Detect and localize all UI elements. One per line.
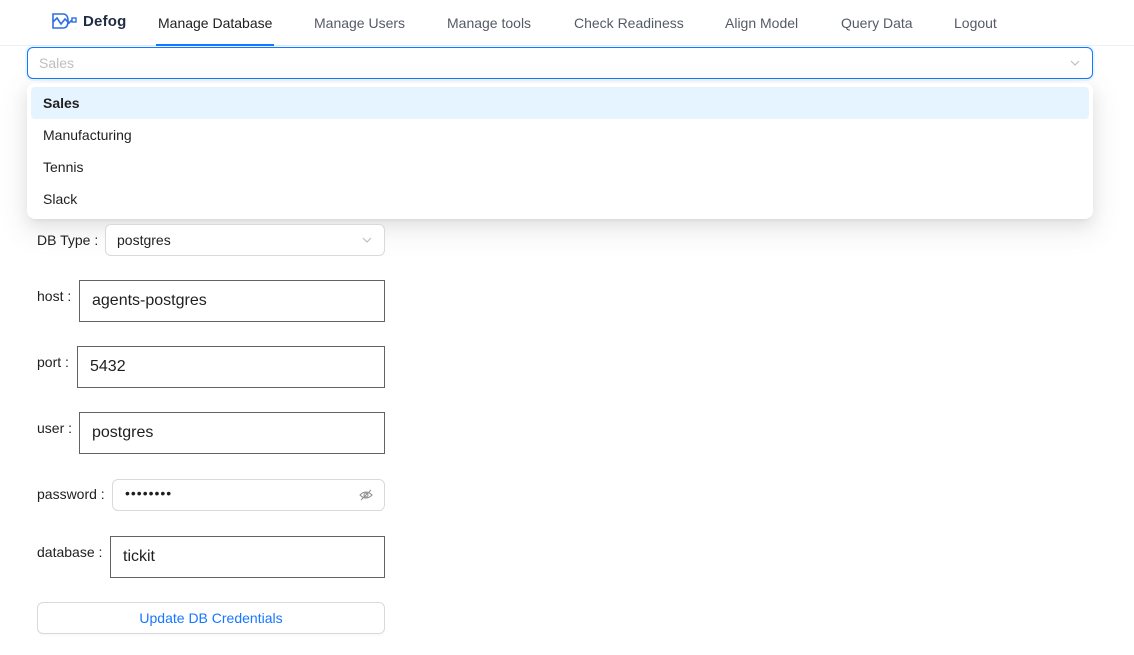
nav-query-data[interactable]: Query Data: [841, 0, 913, 46]
defog-logo-icon: [52, 13, 77, 29]
database-input[interactable]: tickit: [110, 536, 385, 578]
dropdown-option-sales[interactable]: Sales: [31, 87, 1089, 119]
api-key-dropdown: Sales Manufacturing Tennis Slack: [27, 83, 1093, 219]
host-input[interactable]: agents-postgres: [79, 280, 385, 322]
dropdown-option-tennis[interactable]: Tennis: [31, 151, 1089, 183]
nav-check-readiness[interactable]: Check Readiness: [574, 0, 684, 46]
password-input[interactable]: ••••••••: [112, 479, 385, 511]
update-db-credentials-button[interactable]: Update DB Credentials: [37, 602, 385, 634]
eye-invisible-icon[interactable]: [359, 488, 373, 502]
logo-text: Defog: [83, 12, 127, 30]
db-type-label: DB Type :: [37, 232, 99, 248]
user-label: user :: [37, 420, 73, 436]
password-value: ••••••••: [125, 485, 173, 501]
database-label: database :: [37, 544, 103, 560]
dropdown-option-manufacturing[interactable]: Manufacturing: [31, 119, 1089, 151]
api-key-select-placeholder: Sales: [39, 55, 75, 71]
top-navigation: Defog Manage Database Manage Users Manag…: [0, 0, 1134, 46]
chevron-down-icon: [1070, 60, 1080, 66]
host-label: host :: [37, 288, 72, 304]
chevron-down-icon: [362, 237, 372, 243]
nav-manage-users[interactable]: Manage Users: [314, 0, 405, 46]
db-type-value: postgres: [117, 232, 171, 248]
database-label-text: database: [37, 544, 95, 560]
port-label-text: port: [37, 354, 62, 370]
port-input[interactable]: 5432: [77, 346, 385, 388]
nav-logout[interactable]: Logout: [954, 0, 997, 46]
nav-manage-database[interactable]: Manage Database: [155, 0, 275, 46]
password-label-text: password: [37, 486, 97, 502]
password-label: password :: [37, 486, 105, 502]
nav-manage-tools[interactable]: Manage tools: [447, 0, 531, 46]
defog-logo[interactable]: Defog: [51, 12, 127, 30]
db-type-select[interactable]: postgres: [105, 224, 385, 256]
db-type-label-text: DB Type: [37, 232, 91, 248]
nav-align-model[interactable]: Align Model: [725, 0, 798, 46]
user-input[interactable]: postgres: [79, 412, 385, 454]
api-key-select[interactable]: Sales: [27, 47, 1093, 79]
host-label-text: host: [37, 288, 64, 304]
dropdown-option-slack[interactable]: Slack: [31, 183, 1089, 215]
user-label-text: user: [37, 420, 65, 436]
port-label: port :: [37, 354, 69, 370]
